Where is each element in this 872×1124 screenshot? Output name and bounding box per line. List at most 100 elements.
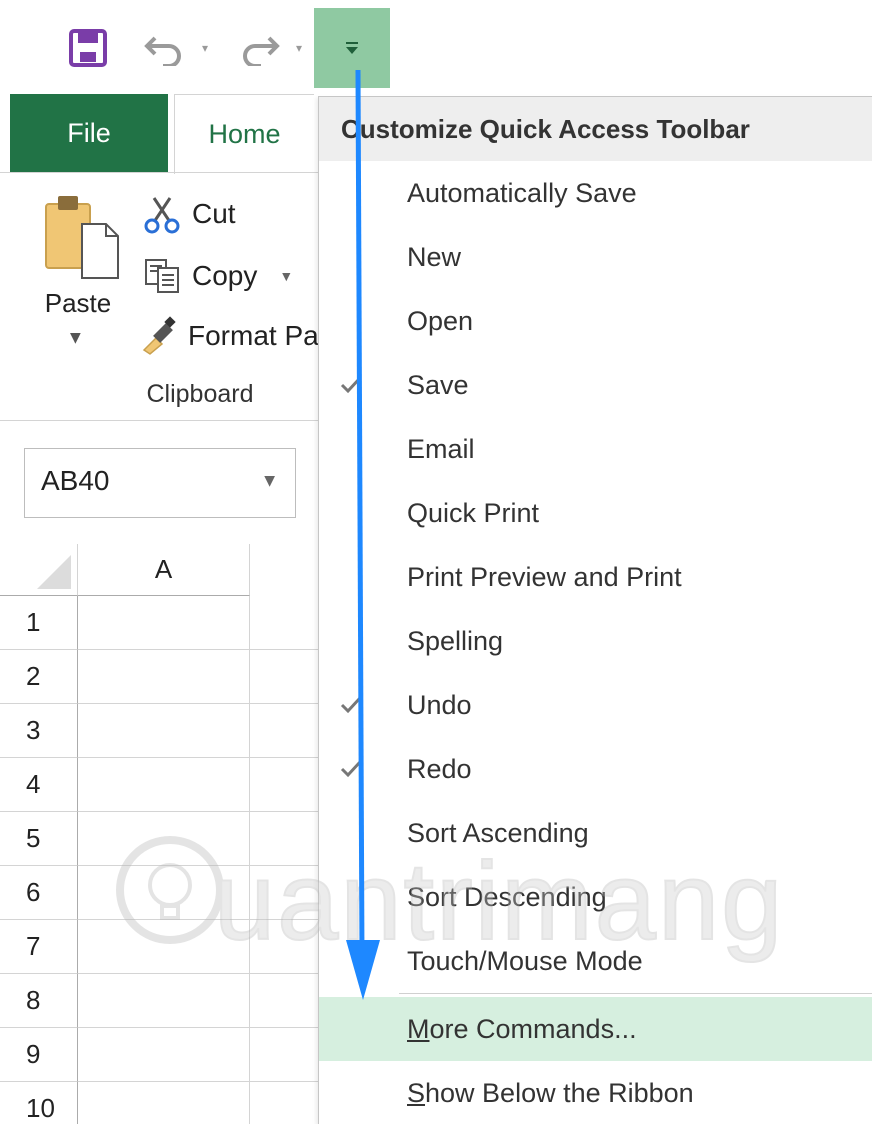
menu-item-label: Show Below the Ribbon: [407, 1078, 694, 1109]
format-painter-label: Format Painter: [188, 320, 318, 351]
format-painter-button[interactable]: Format Painter: [140, 312, 318, 360]
clipboard-group-label: Clipboard: [146, 380, 254, 408]
cell[interactable]: [78, 866, 250, 920]
menu-item-label: Save: [407, 369, 469, 400]
chevron-down-icon[interactable]: ▼: [279, 268, 293, 284]
cell[interactable]: [78, 704, 250, 758]
name-box[interactable]: AB40 ▼: [24, 448, 296, 518]
cell[interactable]: [250, 596, 318, 650]
cell[interactable]: [78, 650, 250, 704]
menu-item-automatically-save[interactable]: Automatically Save: [319, 161, 872, 225]
row-header[interactable]: 4: [0, 758, 78, 812]
menu-item-label: Spelling: [407, 625, 504, 656]
row-header[interactable]: 7: [0, 920, 78, 974]
ribbon-divider: [0, 172, 318, 173]
menu-item-new[interactable]: New: [319, 225, 872, 289]
column-header-a[interactable]: A: [78, 544, 250, 596]
copy-label: Copy: [192, 260, 258, 291]
cell[interactable]: [250, 1028, 318, 1082]
menu-item-label: Sort Ascending: [407, 817, 589, 848]
chevron-down-icon[interactable]: ▼: [264, 473, 275, 489]
menu-item-save[interactable]: Save: [319, 353, 872, 417]
table-row: 3: [0, 704, 318, 758]
checkmark-icon: [340, 696, 362, 714]
cell[interactable]: [250, 920, 318, 974]
menu-title: Customize Quick Access Toolbar: [319, 97, 872, 161]
table-row: 10: [0, 1082, 318, 1124]
undo-button[interactable]: [140, 24, 188, 72]
cell[interactable]: [250, 974, 318, 1028]
menu-item-quick-print[interactable]: Quick Print: [319, 481, 872, 545]
table-row: 9: [0, 1028, 318, 1082]
paste-button[interactable]: Paste ▼: [30, 190, 126, 360]
table-row: 6: [0, 866, 318, 920]
row-header[interactable]: 1: [0, 596, 78, 650]
save-button[interactable]: [64, 24, 112, 72]
menu-item-print-preview[interactable]: Print Preview and Print: [319, 545, 872, 609]
menu-item-label: Print Preview and Print: [407, 561, 682, 592]
menu-separator: [399, 993, 872, 994]
row-header[interactable]: 2: [0, 650, 78, 704]
cell[interactable]: [250, 866, 318, 920]
mnemonic-letter: M: [407, 1013, 430, 1044]
row-header[interactable]: 5: [0, 812, 78, 866]
cell[interactable]: [78, 596, 250, 650]
undo-icon: [144, 36, 181, 66]
cell[interactable]: [250, 704, 318, 758]
mnemonic-letter: S: [407, 1077, 426, 1108]
chevron-down-icon[interactable]: ▼: [70, 330, 81, 346]
cut-label: Cut: [192, 198, 236, 229]
cell[interactable]: [250, 758, 318, 812]
cell[interactable]: [250, 812, 318, 866]
menu-item-redo[interactable]: Redo: [319, 737, 872, 801]
paintbrush-icon: [140, 314, 180, 358]
checkmark-icon: [340, 760, 362, 778]
menu-item-sort-ascending[interactable]: Sort Ascending: [319, 801, 872, 865]
menu-item-open[interactable]: Open: [319, 289, 872, 353]
select-all-corner[interactable]: [0, 544, 78, 596]
row-header[interactable]: 6: [0, 866, 78, 920]
menu-item-label-rest: how Below the Ribbon: [425, 1077, 694, 1108]
menu-item-undo[interactable]: Undo: [319, 673, 872, 737]
cell[interactable]: [78, 1028, 250, 1082]
tab-home[interactable]: Home: [174, 94, 314, 174]
menu-item-show-below-ribbon[interactable]: Show Below the Ribbon: [319, 1061, 872, 1124]
row-header[interactable]: 9: [0, 1028, 78, 1082]
redo-dropdown-icon[interactable]: ▾: [290, 36, 308, 60]
tab-file[interactable]: File: [10, 94, 168, 172]
cell[interactable]: [78, 812, 250, 866]
table-row: 8: [0, 974, 318, 1028]
menu-item-label: More Commands...: [407, 1014, 637, 1045]
menu-item-label: New: [407, 241, 462, 272]
table-row: 4: [0, 758, 318, 812]
customize-qat-button[interactable]: [314, 8, 390, 88]
menu-item-label: Email: [407, 433, 475, 464]
table-row: 2: [0, 650, 318, 704]
cell[interactable]: [78, 920, 250, 974]
menu-item-touch-mouse-mode[interactable]: Touch/Mouse Mode: [319, 929, 872, 993]
menu-item-sort-descending[interactable]: Sort Descending: [319, 865, 872, 929]
copy-button[interactable]: Copy ▼: [140, 252, 293, 300]
quick-access-toolbar: ▾ ▾: [0, 0, 872, 92]
menu-item-more-commands[interactable]: More Commands...: [319, 997, 872, 1061]
menu-item-email[interactable]: Email: [319, 417, 872, 481]
row-header[interactable]: 8: [0, 974, 78, 1028]
cell[interactable]: [78, 974, 250, 1028]
cell[interactable]: [78, 758, 250, 812]
cell[interactable]: [250, 1082, 318, 1124]
copy-icon: [140, 254, 184, 298]
row-header[interactable]: 10: [0, 1082, 78, 1124]
ribbon-bottom-border: [0, 420, 318, 421]
redo-button[interactable]: [236, 24, 284, 72]
undo-dropdown-icon[interactable]: ▾: [196, 36, 214, 60]
cell[interactable]: [250, 650, 318, 704]
row-header[interactable]: 3: [0, 704, 78, 758]
menu-item-label: Redo: [407, 753, 472, 784]
cell[interactable]: [78, 1082, 250, 1124]
menu-item-spelling[interactable]: Spelling: [319, 609, 872, 673]
table-row: 5: [0, 812, 318, 866]
cut-button[interactable]: Cut: [140, 190, 236, 238]
menu-item-label: Automatically Save: [407, 177, 637, 208]
paste-label: Paste: [44, 288, 112, 318]
menu-item-label: Open: [407, 305, 474, 336]
